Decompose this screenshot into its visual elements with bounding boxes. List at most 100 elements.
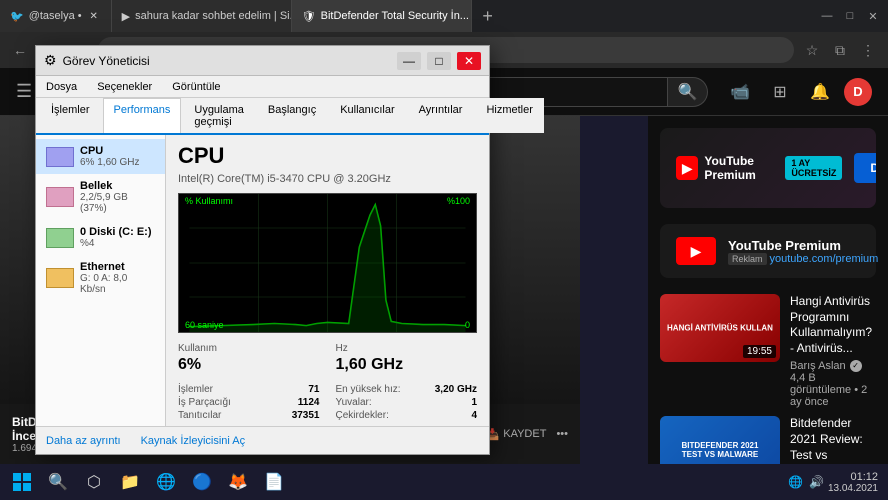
window-controls: — □ ✕ — [812, 6, 888, 26]
taskbar-cortana[interactable]: ⬡ — [76, 464, 112, 500]
disk-color-block — [46, 228, 74, 248]
graph-label-time: 60 saniye — [185, 320, 224, 330]
numas-value: 1 — [471, 397, 477, 408]
header-icons: 📹 ⊞ 🔔 D — [724, 76, 872, 108]
tab3-favicon: 🛡 — [302, 10, 316, 23]
tm-minimize-btn[interactable]: — — [397, 52, 421, 70]
tm-tab-kullanicilar[interactable]: Kullanıcılar — [329, 98, 405, 133]
premium-card-info: YouTube Premium Reklam youtube.com/premi… — [728, 238, 878, 265]
taskbar-pdf[interactable]: 📄 — [256, 464, 292, 500]
tm-tab-islemler[interactable]: İşlemler — [40, 98, 101, 133]
notifications-icon[interactable]: 🔔 — [804, 76, 836, 108]
premium-card: ▶ YouTube Premium Reklam youtube.com/pre… — [660, 224, 876, 278]
bookmark-icon[interactable]: ☆ — [800, 38, 824, 62]
graph-label-100: %100 — [447, 196, 470, 206]
tm-resource-monitor-btn[interactable]: Kaynak İzleyicisini Aç — [141, 435, 246, 447]
tm-disk-item[interactable]: 0 Diski (C: E:) %4 — [36, 220, 165, 255]
taskbar-search[interactable]: 🔍 — [40, 464, 76, 500]
more-button[interactable]: ••• — [556, 428, 568, 440]
video-item-2[interactable]: BITDEFENDER 2021TEST VS MALWARE 14:03 Bi… — [660, 416, 876, 464]
tm-tabs: İşlemler Performans Uygulama geçmişi Baş… — [36, 98, 489, 135]
user-avatar[interactable]: D — [844, 78, 872, 106]
thumb-text-1: HANGİ ANTİVİRÜS KULLAN — [666, 324, 774, 333]
graph-label-usage: % Kullanımı — [185, 196, 233, 206]
cpu-info: CPU 6% 1,60 GHz — [80, 145, 139, 168]
handles-row: Tanıtıcılar 37351 — [178, 410, 320, 421]
taskbar-explorer[interactable]: 📁 — [112, 464, 148, 500]
browser-tab-3[interactable]: 🛡 BitDefender Total Security İn... ✕ — [292, 0, 472, 32]
system-clock[interactable]: 01:12 13.04.2021 — [828, 471, 878, 494]
threads-label: İş Parçacığı — [178, 397, 231, 408]
taskbar-edge[interactable]: 🌐 — [148, 464, 184, 500]
thumb-img-2: BITDEFENDER 2021TEST VS MALWARE — [660, 416, 780, 464]
stat-freq-value: 1,60 GHz — [336, 356, 478, 374]
duration-1: 19:55 — [743, 345, 776, 358]
stat-usage-row: Kullanım 6% — [178, 343, 320, 376]
tm-maximize-btn[interactable]: □ — [427, 52, 451, 70]
tm-title-text: Görev Yöneticisi — [63, 54, 391, 68]
video-info-1: Hangi Antivirüs Programını Kullanmalıyım… — [790, 294, 876, 408]
tm-menu-secenekler[interactable]: Seçenekler — [93, 79, 156, 95]
tm-less-details-btn[interactable]: Daha az ayrıntı — [46, 435, 121, 447]
network-icon: 🌐 — [788, 475, 803, 489]
tab1-close[interactable]: ✕ — [87, 9, 101, 23]
tm-close-btn[interactable]: ✕ — [457, 52, 481, 70]
tm-menubar: Dosya Seçenekler Görüntüle — [36, 76, 489, 98]
premium-card-logo: ▶ — [676, 237, 716, 265]
channel-name-1: Barış Aslan — [790, 360, 846, 372]
try-premium-btn[interactable]: DENE — [854, 153, 876, 183]
thumb-2: BITDEFENDER 2021TEST VS MALWARE 14:03 — [660, 416, 780, 464]
video-create-icon[interactable]: 📹 — [724, 76, 756, 108]
reklam-badge: Reklam — [728, 253, 767, 265]
tm-tab-baslangic[interactable]: Başlangıç — [257, 98, 327, 133]
browser-tab-2[interactable]: ▶ sahura kadar sohbet edelim | Si... ✕ — [112, 0, 292, 32]
mem-value: 2,2/5,9 GB (37%) — [80, 192, 155, 214]
window-close-btn[interactable]: ✕ — [863, 6, 883, 26]
taskbar-firefox[interactable]: 🦊 — [220, 464, 256, 500]
mem-color-block — [46, 187, 74, 207]
start-button[interactable] — [4, 464, 40, 500]
stat-usage-value: 6% — [178, 356, 320, 374]
video-title-1: Hangi Antivirüs Programını Kullanmalıyım… — [790, 294, 876, 356]
tm-cpu-subtitle: Intel(R) Core(TM) i5-3470 CPU @ 3.20GHz — [178, 173, 477, 185]
taskbar-icons-right: 🌐 🔊 — [788, 475, 824, 489]
window-minimize-btn[interactable]: — — [817, 6, 837, 26]
tm-eth-item[interactable]: Ethernet G: 0 A: 8,0 Kb/sn — [36, 255, 165, 301]
cpu-graph: % Kullanımı %100 60 saniye 0 — [178, 193, 477, 333]
hamburger-menu[interactable]: ☰ — [16, 81, 32, 102]
window-maximize-btn[interactable]: □ — [840, 6, 860, 26]
tm-menu-goruntule[interactable]: Görüntüle — [168, 79, 224, 95]
taskbar-chrome[interactable]: 🔵 — [184, 464, 220, 500]
tm-mem-item[interactable]: Bellek 2,2/5,9 GB (37%) — [36, 174, 165, 220]
cores-value: 4 — [471, 410, 477, 421]
new-tab-button[interactable]: + — [472, 0, 504, 32]
premium-url-text: youtube.com/premium — [770, 253, 879, 265]
stat-freq-row: Hz 1,60 GHz — [336, 343, 478, 376]
cores-row: Çekirdekler: 4 — [336, 410, 478, 421]
tm-tab-performans[interactable]: Performans — [103, 98, 182, 133]
premium-banner[interactable]: ▶ YouTube Premium 1 AY ÜCRETSİZ DENE — [660, 128, 876, 208]
tm-cpu-title: CPU — [178, 143, 477, 169]
tm-tab-uygulama[interactable]: Uygulama geçmişi — [183, 98, 255, 133]
tm-titlebar: ⚙ Görev Yöneticisi — □ ✕ — [36, 46, 489, 76]
save-button[interactable]: 📥 KAYDET — [486, 428, 547, 441]
video-item-1[interactable]: HANGİ ANTİVİRÜS KULLAN 19:55 Hangi Antiv… — [660, 294, 876, 408]
browser-tab-1[interactable]: 🐦 @taselya • ✕ — [0, 0, 112, 32]
stat-freq-label: Hz — [336, 343, 478, 354]
windows-taskbar: 🔍 ⬡ 📁 🌐 🔵 🦊 📄 🌐 🔊 01:12 13.04.2021 — [0, 464, 888, 500]
clock-date: 13.04.2021 — [828, 483, 878, 494]
back-button[interactable]: ← — [8, 38, 32, 62]
tm-menu-dosya[interactable]: Dosya — [42, 79, 81, 95]
maxfreq-value: 3,20 GHz — [435, 384, 477, 395]
tm-tab-hizmetler[interactable]: Hizmetler — [475, 98, 543, 133]
tm-footer: Daha az ayrıntı Kaynak İzleyicisini Aç — [36, 426, 489, 454]
tm-cpu-item[interactable]: CPU 6% 1,60 GHz — [36, 139, 165, 174]
settings-icon[interactable]: ⋮ — [856, 38, 880, 62]
extensions-icon[interactable]: ⧉ — [828, 38, 852, 62]
tm-left-sidebar: CPU 6% 1,60 GHz Bellek 2,2/5,9 GB (37%) … — [36, 135, 166, 426]
views-1: 4,4 B görüntüleme • 2 ay önce — [790, 372, 876, 408]
tm-tab-ayrintilar[interactable]: Ayrıntılar — [408, 98, 474, 133]
processes-row: İşlemler 71 — [178, 384, 320, 395]
grid-icon[interactable]: ⊞ — [764, 76, 796, 108]
search-button[interactable]: 🔍 — [668, 77, 708, 107]
